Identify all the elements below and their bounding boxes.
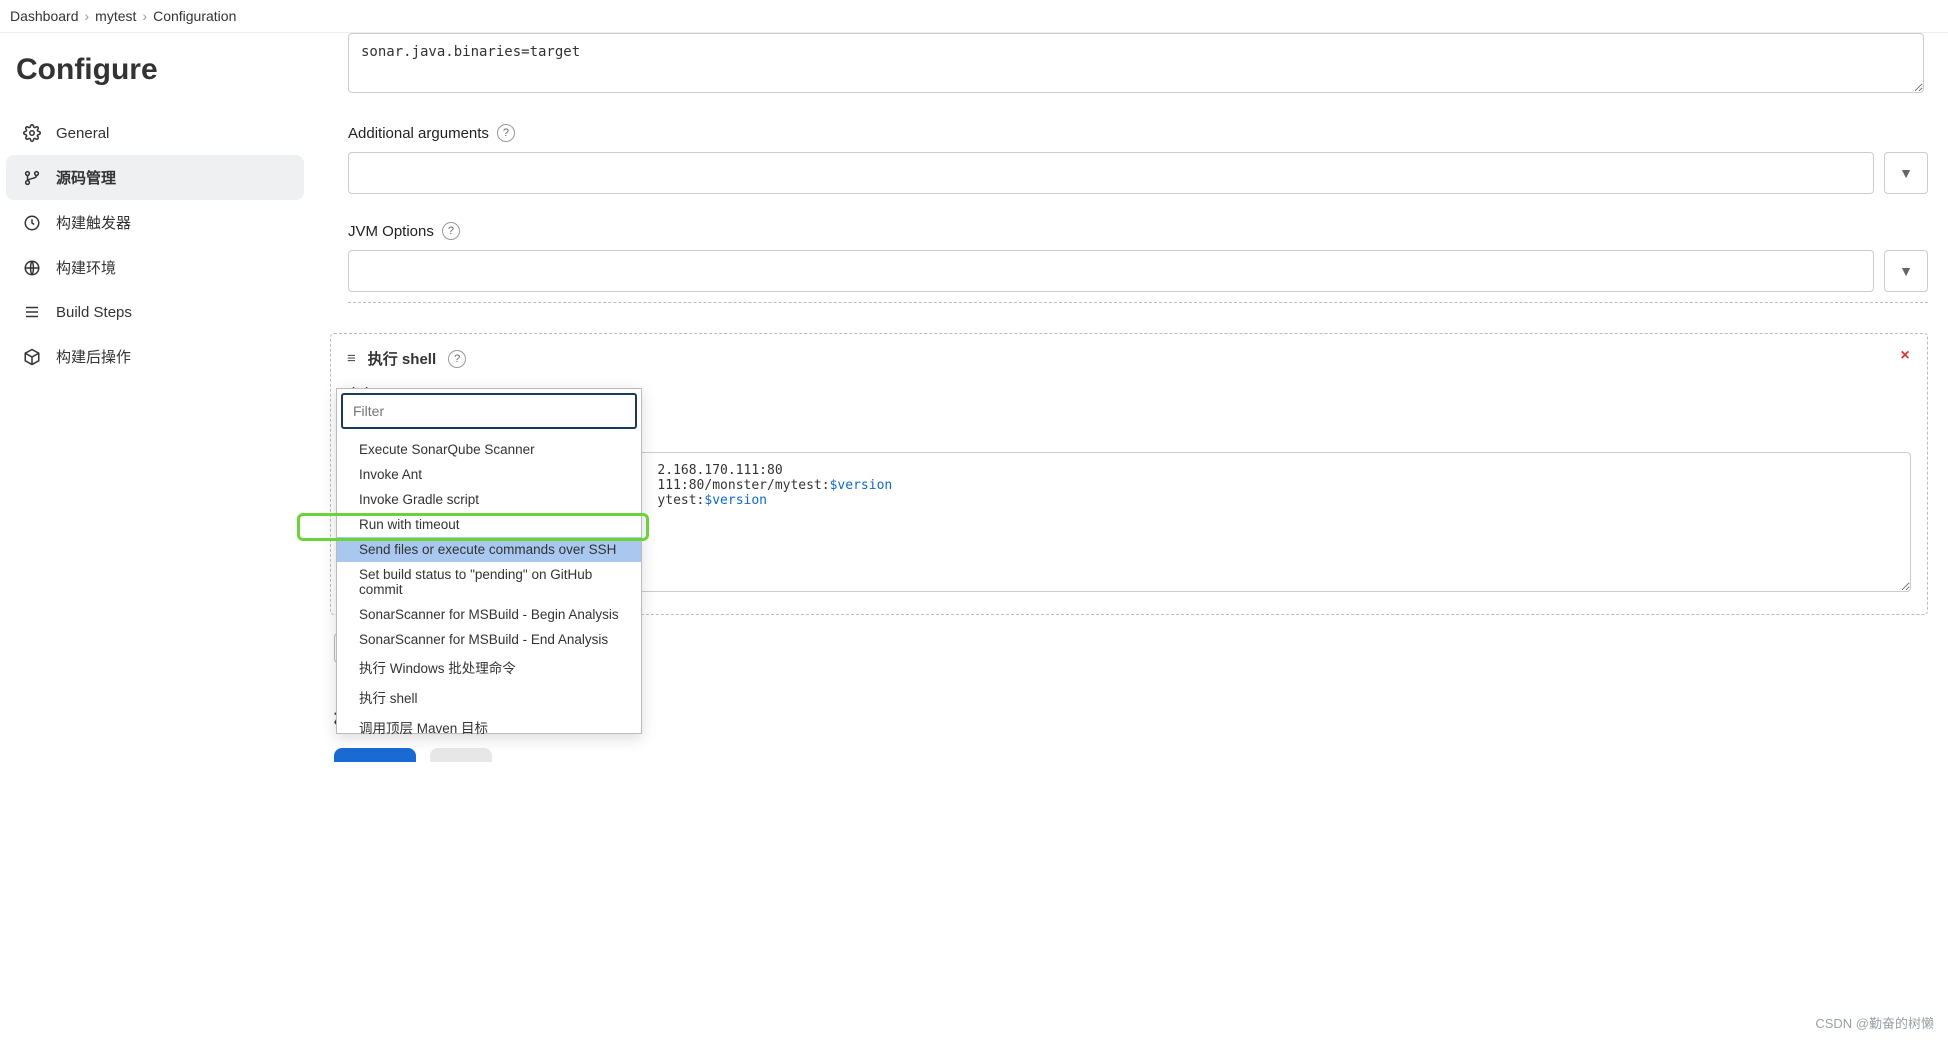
watermark-text: CSDN @勤奋的树懒 xyxy=(1815,1013,1934,1032)
breadcrumb-configuration[interactable]: Configuration xyxy=(153,8,236,24)
dropdown-item[interactable]: 执行 shell xyxy=(337,682,641,712)
jvm-options-dropdown-button[interactable]: ▼ xyxy=(1884,250,1928,292)
branch-icon xyxy=(22,168,42,188)
dropdown-item[interactable]: Run with timeout xyxy=(337,512,641,537)
sidebar-item-label: 构建后操作 xyxy=(56,346,131,367)
dropdown-item[interactable]: SonarScanner for MSBuild - Begin Analysi… xyxy=(337,602,641,627)
add-step-dropdown: Execute SonarQube Scanner Invoke Ant Inv… xyxy=(336,388,642,734)
jvm-options-input[interactable] xyxy=(348,250,1874,292)
secondary-button-partial[interactable] xyxy=(430,748,492,762)
sidebar: Configure General 源码管理 构建触发器 构建环境 xyxy=(0,33,310,805)
dropdown-item[interactable]: 调用顶层 Maven 目标 xyxy=(337,712,641,742)
chevron-down-icon: ▼ xyxy=(1899,263,1913,279)
breadcrumb-sep-icon: › xyxy=(85,8,90,24)
primary-button-partial[interactable] xyxy=(334,748,416,762)
breadcrumb: Dashboard › mytest › Configuration xyxy=(0,0,1948,33)
dropdown-filter-input[interactable] xyxy=(341,393,637,429)
sidebar-item-label: 构建触发器 xyxy=(56,212,131,233)
dropdown-item[interactable]: Set build status to "pending" on GitHub … xyxy=(337,562,641,602)
jvm-options-label: JVM Options xyxy=(348,223,434,240)
help-icon[interactable]: ? xyxy=(442,222,460,240)
package-icon xyxy=(22,347,42,367)
breadcrumb-project[interactable]: mytest xyxy=(95,8,136,24)
sidebar-item-label: General xyxy=(56,125,109,142)
sidebar-item-env[interactable]: 构建环境 xyxy=(6,245,304,290)
sidebar-item-label: Build Steps xyxy=(56,304,132,321)
breadcrumb-dashboard[interactable]: Dashboard xyxy=(10,8,79,24)
dropdown-item[interactable]: Invoke Ant xyxy=(337,462,641,487)
page-title: Configure xyxy=(16,53,294,87)
dropdown-item[interactable]: SonarScanner for MSBuild - End Analysis xyxy=(337,627,641,652)
clock-icon xyxy=(22,213,42,233)
additional-arguments-input[interactable] xyxy=(348,152,1874,194)
delete-step-button[interactable]: × xyxy=(1893,344,1917,368)
additional-arguments-dropdown-button[interactable]: ▼ xyxy=(1884,152,1928,194)
sidebar-item-scm[interactable]: 源码管理 xyxy=(6,155,304,200)
sidebar-item-triggers[interactable]: 构建触发器 xyxy=(6,200,304,245)
help-icon[interactable]: ? xyxy=(497,124,515,142)
drag-handle-icon[interactable]: ≡ xyxy=(347,350,356,367)
gear-icon xyxy=(22,123,42,143)
dropdown-item[interactable]: Invoke Gradle script xyxy=(337,487,641,512)
sidebar-item-label: 构建环境 xyxy=(56,257,116,278)
dropdown-item-ssh[interactable]: Send files or execute commands over SSH xyxy=(337,537,641,562)
section-divider xyxy=(348,302,1928,303)
sidebar-item-label: 源码管理 xyxy=(56,167,116,188)
sidebar-item-build-steps[interactable]: Build Steps xyxy=(6,290,304,334)
additional-arguments-label: Additional arguments xyxy=(348,125,489,142)
dropdown-list: Execute SonarQube Scanner Invoke Ant Inv… xyxy=(337,433,641,733)
analysis-properties-textarea[interactable]: sonar.java.binaries=target xyxy=(348,33,1924,93)
steps-icon xyxy=(22,302,42,322)
sidebar-item-post[interactable]: 构建后操作 xyxy=(6,334,304,379)
sidebar-item-general[interactable]: General xyxy=(6,111,304,155)
section-title: 执行 shell xyxy=(368,348,436,369)
breadcrumb-sep-icon: › xyxy=(142,8,147,24)
globe-icon xyxy=(22,258,42,278)
dropdown-item[interactable]: Execute SonarQube Scanner xyxy=(337,437,641,462)
chevron-down-icon: ▼ xyxy=(1899,165,1913,181)
dropdown-item[interactable]: 执行 Windows 批处理命令 xyxy=(337,652,641,682)
help-icon[interactable]: ? xyxy=(448,350,466,368)
